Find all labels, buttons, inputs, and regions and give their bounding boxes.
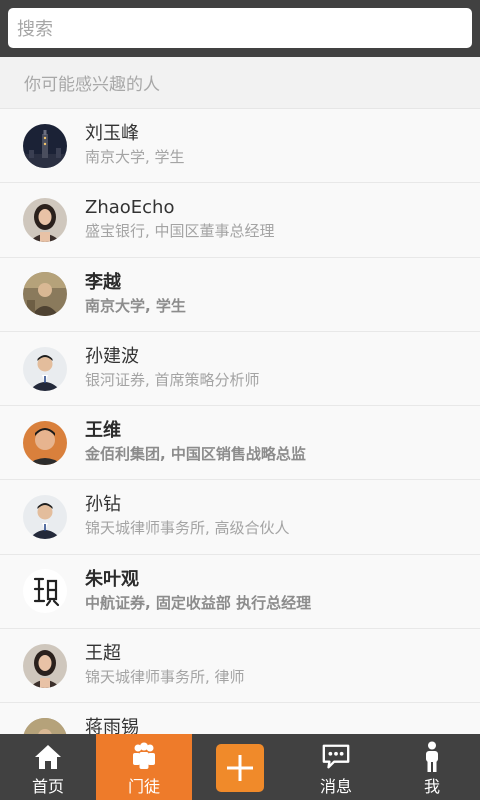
tab-me[interactable]: 我	[384, 734, 480, 800]
avatar[interactable]	[23, 495, 67, 540]
avatar[interactable]	[23, 420, 67, 465]
list-item[interactable]: 王超锦天城律师事务所, 律师	[0, 629, 480, 704]
person-info: 刘玉峰南京大学, 学生	[85, 123, 185, 167]
person-info: 王超锦天城律师事务所, 律师	[85, 643, 245, 687]
tab-messages-label: 消息	[319, 777, 352, 796]
tab-home-label: 首页	[31, 777, 64, 796]
person-description: 南京大学, 学生	[85, 148, 185, 166]
person-description: 盛宝银行, 中国区董事总经理	[85, 222, 275, 241]
section-header: 你可能感兴趣的人	[0, 57, 480, 109]
person-name: ZhaoEcho	[85, 197, 175, 219]
list-item[interactable]: 李越南京大学, 学生	[0, 258, 480, 332]
tab-add[interactable]	[192, 734, 288, 800]
person-name: 蒋雨锡	[85, 717, 139, 734]
tab-disciples[interactable]: 门徒	[96, 734, 192, 800]
person-description: 锦天城律师事务所, 律师	[85, 668, 245, 687]
avatar[interactable]	[23, 569, 67, 614]
list-item[interactable]: 孙建波银河证券, 首席策略分析师	[0, 332, 480, 407]
person-name: 王超	[85, 643, 121, 665]
chat-bubble-icon	[321, 742, 351, 772]
top-bar: 搜索	[0, 0, 480, 57]
tab-messages[interactable]: 消息	[288, 734, 384, 800]
list-item[interactable]: 朱叶观中航证券, 固定收益部 执行总经理	[0, 555, 480, 630]
person-name: 孙钻	[85, 494, 121, 516]
home-icon	[33, 742, 63, 772]
list-item[interactable]: ZhaoEcho 盛宝银行, 中国区董事总经理	[0, 183, 480, 258]
tab-disciples-label: 门徒	[127, 777, 160, 796]
tab-home[interactable]: 首页	[0, 734, 96, 800]
person-name: 孙建波	[85, 345, 139, 367]
person-info: 孙建波银河证券, 首席策略分析师	[85, 346, 260, 390]
person-name: 朱叶观	[85, 568, 139, 590]
avatar[interactable]	[23, 272, 67, 317]
person-name: 刘玉峰	[85, 123, 139, 144]
people-icon	[129, 742, 159, 772]
person-info: 朱叶观中航证券, 固定收益部 执行总经理	[85, 569, 311, 613]
list-item[interactable]: 王维金佰利集团, 中国区销售战略总监	[0, 406, 480, 481]
person-info: 孙钻锦天城律师事务所, 高级合伙人	[85, 494, 290, 538]
person-name: 李越	[85, 271, 121, 293]
person-info: 蒋雨锡	[85, 717, 139, 734]
person-info: 李越南京大学, 学生	[85, 272, 186, 316]
plus-icon	[227, 755, 253, 781]
bottom-tab-bar: 首页 门徒 消息 我	[0, 734, 480, 800]
avatar[interactable]	[23, 123, 67, 168]
person-description: 金佰利集团, 中国区销售战略总监	[85, 445, 306, 464]
list-item[interactable]: 蒋雨锡	[0, 703, 480, 734]
person-description: 中航证券, 固定收益部 执行总经理	[85, 593, 312, 612]
tab-me-label: 我	[423, 777, 440, 796]
search-placeholder: 搜索	[17, 19, 53, 40]
people-list: 刘玉峰 南京大学, 学生 ZhaoEcho 盛宝银行, 中国区董事总经理 李越 南京大学,…	[0, 109, 480, 734]
avatar[interactable]	[23, 718, 67, 734]
person-description: 南京大学, 学生	[85, 296, 186, 315]
list-item[interactable]: 刘玉峰南京大学, 学生	[0, 109, 480, 184]
list-item[interactable]: 孙钻锦天城律师事务所, 高级合伙人	[0, 480, 480, 555]
person-info: ZhaoEcho 盛宝银行, 中国区董事总经理	[85, 197, 275, 241]
section-title: 你可能感兴趣的人	[24, 75, 160, 95]
avatar[interactable]	[23, 643, 67, 688]
person-name: 王维	[85, 420, 121, 442]
avatar[interactable]	[23, 346, 67, 391]
person-description: 锦天城律师事务所, 高级合伙人	[85, 519, 290, 538]
avatar[interactable]	[23, 197, 67, 242]
person-info: 王维金佰利集团, 中国区销售战略总监	[85, 420, 306, 464]
person-icon	[417, 741, 447, 772]
search-input[interactable]: 搜索	[8, 8, 472, 48]
add-button[interactable]	[216, 744, 264, 792]
person-description: 银河证券, 首席策略分析师	[85, 370, 260, 389]
